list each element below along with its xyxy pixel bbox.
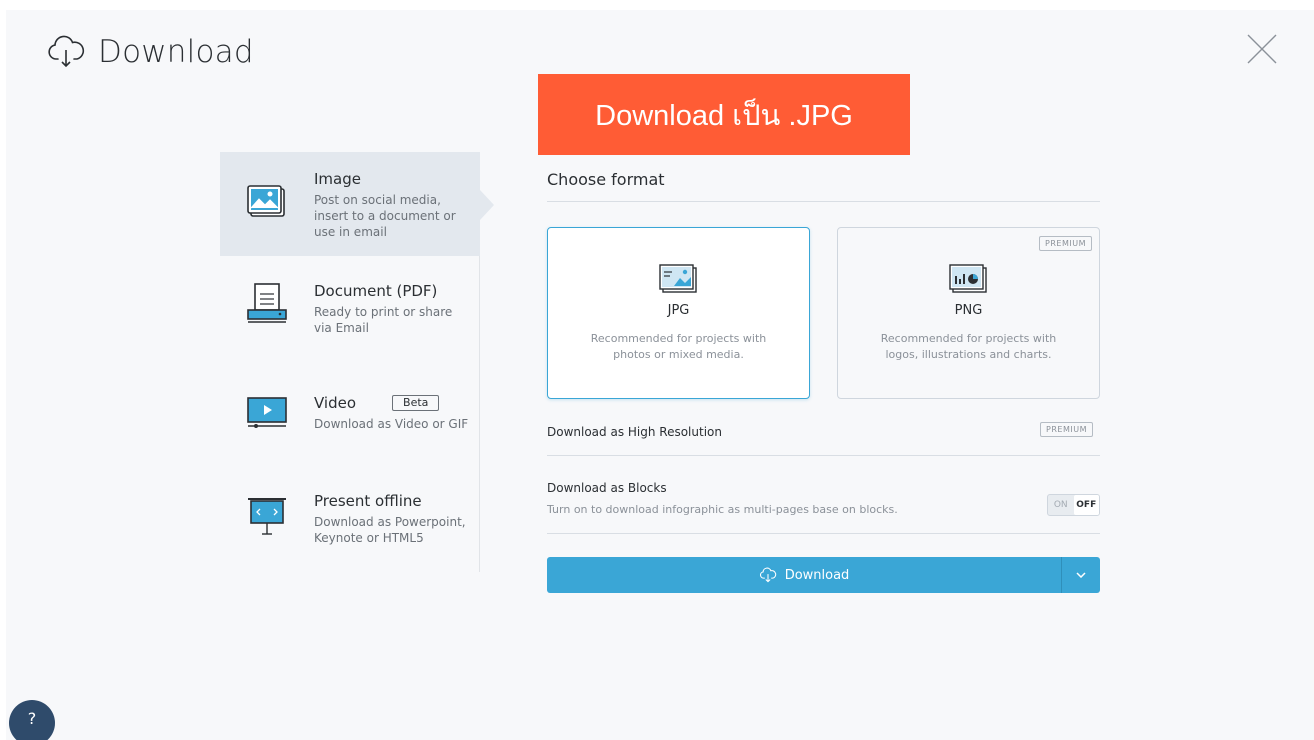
high-resolution-option[interactable]: Download as High Resolution PREMIUM — [547, 422, 1100, 456]
sidebar-item-desc: Post on social media, — [314, 193, 441, 207]
format-card-jpg[interactable]: JPG Recommended for projects with photos… — [547, 227, 810, 399]
toggle-off-label: OFF — [1073, 495, 1099, 515]
png-chart-icon — [949, 264, 987, 293]
sidebar-item-desc: use in email — [314, 225, 387, 239]
active-item-pointer — [480, 190, 494, 220]
download-label: Download — [784, 567, 850, 583]
export-type-nav: Image Post on social media, insert to a … — [220, 152, 480, 572]
document-printer-icon — [247, 283, 287, 323]
sidebar-item-desc: insert to a document or — [314, 209, 456, 223]
sidebar-item-video[interactable]: Video Beta Download as Video or GIF — [220, 382, 480, 472]
cloud-download-icon — [759, 567, 776, 583]
page-title: Download — [98, 34, 254, 70]
sidebar-item-desc: Download as Video or GIF — [314, 417, 469, 431]
download-button-group: Download — [547, 557, 1100, 593]
format-desc: Recommended for projects with — [880, 332, 1057, 345]
format-desc: Recommended for projects with — [590, 332, 767, 345]
option-label: Download as High Resolution — [547, 425, 722, 439]
sidebar-item-image[interactable]: Image Post on social media, insert to a … — [220, 152, 480, 256]
download-button[interactable]: Download — [547, 557, 1061, 593]
option-desc: Turn on to download infographic as multi… — [547, 503, 898, 516]
sidebar-item-present-offline[interactable]: Present offline Download as Powerpoint, … — [220, 482, 480, 572]
beta-badge: Beta — [392, 395, 440, 411]
help-label: ? — [27, 709, 37, 728]
projector-icon — [248, 498, 286, 535]
format-panel: Choose format JPG Recommended for projec… — [547, 170, 1100, 593]
close-icon[interactable] — [1244, 31, 1280, 67]
option-label: Download as Blocks — [547, 481, 667, 495]
format-title: PNG — [954, 303, 983, 318]
sidebar-item-title: Document (PDF) — [314, 282, 438, 300]
sidebar-item-desc: Keynote or HTML5 — [314, 531, 424, 545]
sidebar-item-desc: Ready to print or share — [314, 305, 453, 319]
toggle-on-label: ON — [1053, 500, 1068, 510]
promo-banner: Download เป็น .JPG — [538, 74, 910, 155]
section-title: Choose format — [547, 170, 1100, 202]
premium-badge: PREMIUM — [1040, 422, 1093, 437]
sidebar-item-document[interactable]: Document (PDF) Ready to print or share v… — [220, 266, 480, 366]
banner-text: Download เป็น .JPG — [595, 99, 853, 132]
video-icon — [247, 397, 287, 428]
image-icon — [247, 185, 285, 217]
sidebar-item-desc: via Email — [314, 321, 369, 335]
chevron-down-icon — [1076, 572, 1086, 578]
format-desc: logos, illustrations and charts. — [885, 348, 1052, 361]
help-button[interactable]: ? — [9, 700, 55, 740]
dialog-header: Download — [46, 32, 254, 72]
blocks-option: Download as Blocks Turn on to download i… — [547, 481, 1100, 534]
format-options: JPG Recommended for projects with photos… — [547, 227, 1100, 399]
blocks-toggle[interactable]: ON OFF — [1047, 494, 1100, 516]
format-card-png[interactable]: PREMIUM PNG Recommended for projects wit… — [837, 227, 1100, 399]
sidebar-item-desc: Download as Powerpoint, — [314, 515, 466, 529]
format-title: JPG — [667, 303, 690, 318]
sidebar-item-title: Image — [314, 170, 361, 188]
format-desc: photos or mixed media. — [613, 348, 744, 361]
premium-badge: PREMIUM — [1039, 236, 1092, 251]
cloud-download-icon — [48, 35, 85, 68]
sidebar-item-title: Video — [314, 394, 357, 412]
sidebar-item-title: Present offline — [314, 492, 422, 510]
download-options-dropdown[interactable] — [1061, 557, 1100, 593]
jpg-photo-icon — [659, 264, 697, 293]
